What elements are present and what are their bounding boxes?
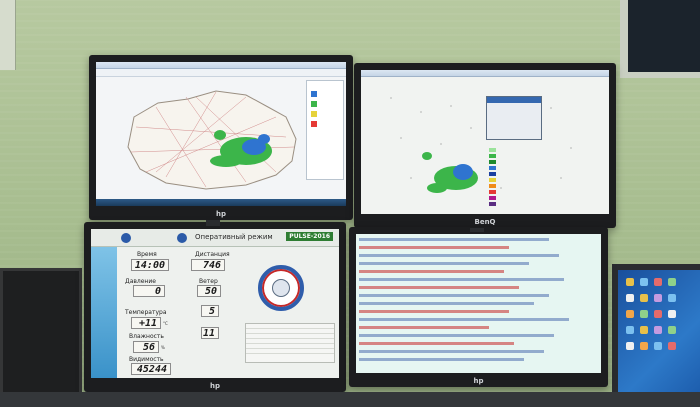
radar-overlay-canvas[interactable] bbox=[361, 78, 609, 212]
app-title: Оперативный режим bbox=[195, 233, 273, 241]
desktop-icon[interactable] bbox=[654, 342, 662, 350]
pressure-label: Давление bbox=[125, 278, 156, 285]
log-entry bbox=[359, 286, 519, 289]
desktop-icon[interactable] bbox=[654, 310, 662, 318]
radar-overlay-window[interactable] bbox=[361, 70, 609, 214]
emblem-icon bbox=[121, 233, 131, 243]
desktop-icon[interactable] bbox=[668, 294, 676, 302]
monitor-bottom-right: hp bbox=[349, 227, 608, 387]
desktop-icon[interactable] bbox=[626, 342, 634, 350]
time-display: 14:00 bbox=[131, 259, 169, 271]
log-entry bbox=[359, 270, 504, 273]
distance-label: Дистанция bbox=[195, 251, 230, 258]
window-titlebar[interactable] bbox=[361, 70, 609, 77]
dialog-titlebar[interactable] bbox=[487, 97, 541, 103]
log-entry bbox=[359, 318, 569, 321]
wind-direction-compass bbox=[258, 265, 304, 311]
desktop-icon[interactable] bbox=[626, 278, 634, 286]
desktop-icon[interactable] bbox=[640, 294, 648, 302]
distance-display: 746 bbox=[191, 259, 225, 271]
humidity-display: 56 bbox=[133, 341, 159, 353]
time-label: Время bbox=[137, 251, 157, 258]
temperature-unit: °С bbox=[163, 321, 168, 326]
desktop-icon[interactable] bbox=[668, 310, 676, 318]
log-entry bbox=[359, 350, 544, 353]
app-logo: PULSE-2016 bbox=[286, 232, 333, 241]
legend-swatch bbox=[311, 111, 317, 117]
log-entry bbox=[359, 334, 554, 337]
message-log-window[interactable] bbox=[356, 234, 601, 373]
desktop-icon[interactable] bbox=[626, 326, 634, 334]
monitor-brand-logo: BenQ bbox=[474, 218, 496, 226]
visibility-display: 45244 bbox=[131, 363, 171, 375]
monitor-bottom-left: Оперативный режим PULSE-2016 Время 14:00… bbox=[84, 222, 346, 392]
monitor-brand-logo: hp bbox=[210, 382, 220, 390]
wall-cable-box bbox=[0, 0, 16, 70]
log-entry bbox=[359, 342, 514, 345]
left-dark-monitor bbox=[0, 268, 82, 407]
monitor-stand bbox=[206, 220, 220, 226]
temperature-label: Температура bbox=[125, 309, 167, 316]
status-table bbox=[245, 323, 335, 363]
wind-label: Ветер bbox=[199, 278, 218, 285]
monitor-brand-logo: hp bbox=[216, 210, 226, 218]
right-laptop bbox=[612, 264, 700, 407]
desktop-icon[interactable] bbox=[626, 310, 634, 318]
laptop-desktop[interactable] bbox=[618, 270, 700, 407]
monitor-top-left: hp bbox=[89, 55, 353, 220]
precipitation-echo bbox=[422, 152, 478, 193]
desktop-icon[interactable] bbox=[640, 278, 648, 286]
wind-gust-display: 11 bbox=[201, 327, 219, 339]
temperature-display: +11 bbox=[131, 317, 161, 329]
legend-swatch bbox=[311, 91, 317, 97]
desktop-icon[interactable] bbox=[668, 342, 676, 350]
desktop-icon[interactable] bbox=[640, 310, 648, 318]
color-legend bbox=[489, 148, 496, 206]
settings-dialog[interactable] bbox=[486, 96, 542, 140]
log-entry bbox=[359, 358, 524, 361]
visibility-label: Видимость bbox=[129, 356, 164, 363]
desktop-icon[interactable] bbox=[626, 294, 634, 302]
desktop-icon[interactable] bbox=[654, 326, 662, 334]
desktop-icon[interactable] bbox=[668, 326, 676, 334]
log-entry bbox=[359, 262, 529, 265]
log-entry bbox=[359, 302, 534, 305]
legend-swatch bbox=[311, 121, 317, 127]
wind-display: 50 bbox=[197, 285, 221, 297]
monitor-top-right: BenQ bbox=[354, 63, 616, 228]
radar-map-window[interactable] bbox=[96, 62, 346, 206]
log-entry bbox=[359, 246, 509, 249]
layer-panel[interactable] bbox=[306, 80, 344, 180]
log-entry bbox=[359, 294, 549, 297]
monitor-brand-logo: hp bbox=[473, 377, 484, 385]
log-entry bbox=[359, 238, 549, 241]
app-header: Оперативный режим PULSE-2016 bbox=[91, 229, 339, 247]
desk-edge bbox=[0, 392, 700, 407]
legend-swatch bbox=[311, 101, 317, 107]
pressure-display: 0 bbox=[133, 285, 165, 297]
humidity-unit: % bbox=[161, 345, 165, 350]
log-entry bbox=[359, 310, 509, 313]
emblem-icon bbox=[177, 233, 187, 243]
desktop-icon[interactable] bbox=[640, 342, 648, 350]
compass-hub bbox=[272, 279, 290, 297]
log-entry bbox=[359, 326, 489, 329]
log-entry bbox=[359, 254, 559, 257]
side-panel bbox=[91, 247, 117, 378]
log-entry bbox=[359, 278, 564, 281]
wall-mounted-screen bbox=[620, 0, 700, 78]
humidity-label: Влажность bbox=[129, 333, 164, 340]
region-outline bbox=[127, 90, 297, 190]
desktop-icon[interactable] bbox=[654, 294, 662, 302]
desktop-icon[interactable] bbox=[654, 278, 662, 286]
windows-taskbar[interactable] bbox=[96, 199, 346, 206]
desktop-icon[interactable] bbox=[640, 326, 648, 334]
operative-mode-window[interactable]: Оперативный режим PULSE-2016 Время 14:00… bbox=[91, 229, 339, 378]
map-dots bbox=[390, 97, 572, 189]
monitor-stand bbox=[470, 228, 484, 232]
wind-speed-display: 5 bbox=[201, 305, 219, 317]
desktop-icon[interactable] bbox=[668, 278, 676, 286]
window-titlebar[interactable] bbox=[96, 62, 346, 69]
window-toolbar[interactable] bbox=[96, 69, 346, 77]
